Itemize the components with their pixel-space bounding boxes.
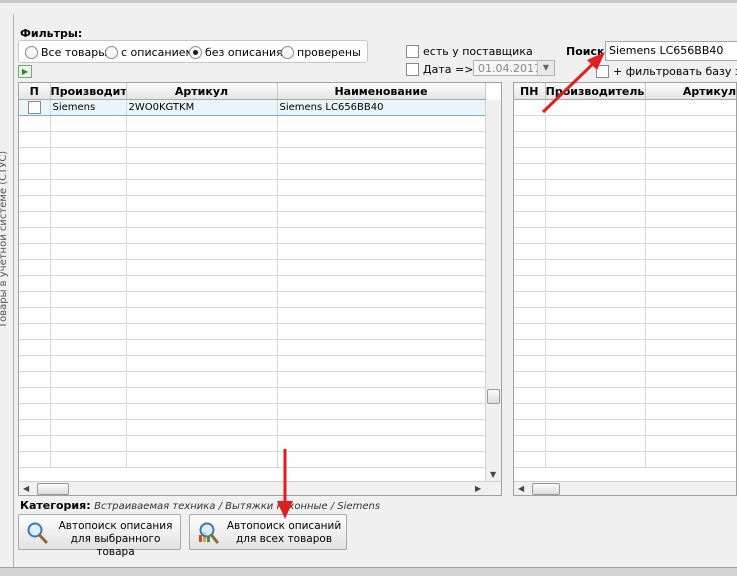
table-row[interactable] [19, 291, 486, 308]
vertical-scrollbar[interactable]: ▼ [485, 100, 501, 483]
filter-with-desc-radio[interactable]: с описанием [105, 45, 194, 59]
table-row[interactable] [19, 227, 486, 244]
autosearch-selected-button[interactable]: Автопоиск описания для выбранного товара [18, 514, 181, 558]
supplier-checkbox[interactable]: есть у поставщика [406, 44, 533, 58]
table-row[interactable] [19, 259, 486, 276]
checkbox-box [406, 44, 419, 58]
window-top-border [0, 0, 737, 3]
products-grid: П Производите Артикул Наименование Sieme… [18, 82, 502, 496]
scroll-down-icon[interactable]: ▼ [490, 470, 496, 479]
row-maker: Siemens [50, 99, 127, 116]
table-row[interactable] [19, 195, 486, 212]
scroll-left-icon[interactable]: ◀ [518, 484, 524, 493]
table-row[interactable] [514, 435, 736, 452]
row-article: 2WO0KGTKM [126, 99, 278, 116]
col-header-article[interactable]: Артикул [126, 83, 278, 100]
autosearch-all-button[interactable]: Автопоиск описаний для всех товаров [189, 514, 347, 550]
category-label: Категория: [20, 499, 91, 512]
table-row[interactable] [19, 419, 486, 436]
table-row[interactable] [514, 147, 736, 164]
table-row[interactable] [514, 403, 736, 420]
scroll-left-icon[interactable]: ◀ [23, 484, 29, 493]
search-input[interactable]: Siemens LC656BB40 [605, 41, 737, 61]
radio-indicator [25, 45, 38, 59]
radio-indicator [281, 45, 294, 59]
table-row[interactable] [19, 435, 486, 452]
table-row[interactable] [19, 163, 486, 180]
table-row[interactable] [19, 115, 486, 132]
scroll-right-icon[interactable]: ▶ [475, 484, 481, 493]
col-header-maker[interactable]: Производите [50, 83, 127, 100]
annotation-arrow-search [541, 52, 605, 114]
side-panel-label[interactable]: Товары в учетной системе (СТУС) [0, 148, 12, 328]
table-row[interactable] [514, 355, 736, 372]
scroll-thumb[interactable] [487, 389, 500, 404]
table-row[interactable] [514, 323, 736, 340]
magnifier-chart-icon [199, 522, 219, 544]
table-row[interactable] [514, 387, 736, 404]
descriptions-table: ПН Производитель Артикул [514, 83, 736, 468]
table-row[interactable] [514, 131, 736, 148]
scroll-thumb[interactable] [532, 483, 560, 495]
horizontal-scrollbar[interactable]: ◀ ▶ [19, 481, 501, 495]
table-row[interactable]: Siemens 2WO0KGTKM Siemens LC656BB40 [19, 99, 486, 116]
filters-title: Фильтры: [20, 27, 83, 40]
date-value: 01.04.2017 [478, 62, 541, 75]
table-row[interactable] [19, 211, 486, 228]
table-row[interactable] [19, 403, 486, 420]
table-row[interactable] [19, 387, 486, 404]
panel-divider [13, 14, 14, 567]
row-checkbox[interactable] [27, 101, 41, 114]
date-checkbox[interactable]: Дата => [406, 62, 473, 76]
table-row[interactable] [514, 371, 736, 388]
table-row[interactable] [514, 275, 736, 292]
annotation-arrow-button [277, 449, 293, 519]
radio-indicator [105, 45, 118, 59]
table-row[interactable] [514, 451, 736, 468]
refresh-icon[interactable]: ▶ [18, 65, 32, 78]
table-row[interactable] [19, 179, 486, 196]
products-table: П Производите Артикул Наименование Sieme… [19, 83, 486, 468]
filter-base-checkbox[interactable]: + фильтровать базу зна [596, 64, 737, 78]
filter-checked-radio[interactable]: проверены [281, 45, 361, 59]
table-row[interactable] [514, 227, 736, 244]
filters-radio-group: Все товары с описанием без описания пров… [18, 40, 368, 63]
table-row[interactable] [514, 243, 736, 260]
scroll-thumb[interactable] [37, 483, 69, 495]
table-row[interactable] [19, 339, 486, 356]
table-row[interactable] [19, 131, 486, 148]
row-name: Siemens LC656BB40 [277, 99, 486, 116]
table-row[interactable] [19, 355, 486, 372]
table-row[interactable] [514, 195, 736, 212]
checkbox-box [406, 62, 419, 76]
table-row[interactable] [514, 179, 736, 196]
filter-all-radio[interactable]: Все товары [25, 45, 107, 59]
category-value: Встраиваемая техника / Вытяжки кухонные … [94, 501, 381, 512]
col-header-name[interactable]: Наименование [277, 83, 486, 100]
table-row[interactable] [19, 451, 486, 468]
category-line: Категория: Встраиваемая техника / Вытяжк… [20, 499, 380, 512]
table-row[interactable] [514, 307, 736, 324]
descriptions-grid: ПН Производитель Артикул ◀ [513, 82, 737, 496]
table-row[interactable] [19, 307, 486, 324]
col-header-p[interactable]: П [19, 83, 51, 100]
table-row[interactable] [19, 275, 486, 292]
table-row[interactable] [19, 243, 486, 260]
table-row[interactable] [514, 163, 736, 180]
table-row[interactable] [19, 371, 486, 388]
table-row[interactable] [19, 323, 486, 340]
table-row[interactable] [19, 147, 486, 164]
table-row[interactable] [514, 291, 736, 308]
table-row[interactable] [514, 259, 736, 276]
col-header-article[interactable]: Артикул [645, 83, 736, 100]
filter-no-desc-radio[interactable]: без описания [189, 45, 283, 59]
table-row[interactable] [514, 211, 736, 228]
magnifier-icon [27, 522, 48, 544]
radio-indicator [189, 45, 202, 59]
table-row[interactable] [514, 339, 736, 356]
table-row[interactable] [514, 419, 736, 436]
horizontal-scrollbar[interactable]: ◀ [514, 481, 736, 495]
